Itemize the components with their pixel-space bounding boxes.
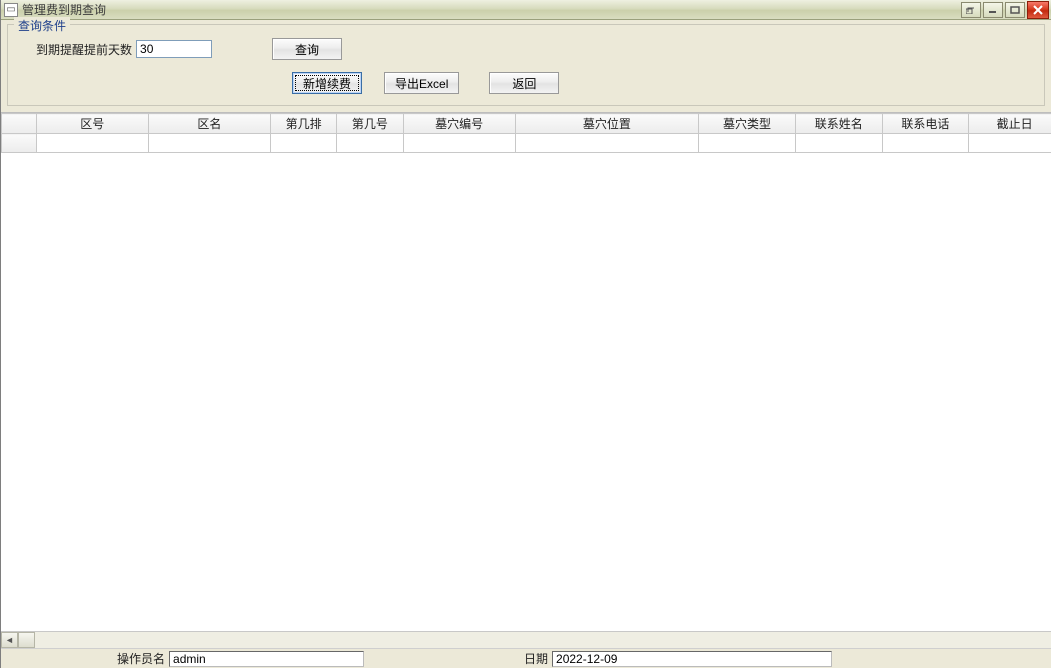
cell[interactable]	[969, 134, 1051, 153]
management-fee-due-query-window: ▭ 管理费到期查询 查询条件 到期提醒提前天数 查询 新增续费	[0, 0, 1051, 668]
maximize-button[interactable]	[1005, 2, 1025, 18]
col-plot-location[interactable]: 墓穴位置	[515, 114, 698, 134]
header-row: 区号 区名 第几排 第几号 墓穴编号 墓穴位置 墓穴类型 联系姓名 联系电话 截…	[2, 114, 1051, 134]
horizontal-scrollbar[interactable]: ◄	[1, 631, 1051, 648]
status-bar: 操作员名 日期	[1, 648, 1051, 668]
search-button[interactable]: 查询	[272, 38, 342, 60]
cell[interactable]	[699, 134, 796, 153]
window-title: 管理费到期查询	[22, 1, 106, 18]
scroll-track[interactable]	[35, 632, 1051, 648]
col-seat-no[interactable]: 第几号	[337, 114, 403, 134]
cell[interactable]	[403, 134, 515, 153]
data-grid[interactable]: 区号 区名 第几排 第几号 墓穴编号 墓穴位置 墓穴类型 联系姓名 联系电话 截…	[1, 113, 1051, 631]
minimize-button[interactable]	[983, 2, 1003, 18]
query-legend: 查询条件	[14, 17, 70, 34]
col-row-no[interactable]: 第几排	[271, 114, 337, 134]
col-contact-phone[interactable]: 联系电话	[882, 114, 969, 134]
query-row-1: 到期提醒提前天数 查询	[18, 35, 1034, 63]
col-row-selector[interactable]	[2, 114, 37, 134]
cell[interactable]	[795, 134, 882, 153]
scroll-left-button[interactable]: ◄	[1, 632, 18, 648]
data-grid-area: 区号 区名 第几排 第几号 墓穴编号 墓穴位置 墓穴类型 联系姓名 联系电话 截…	[1, 112, 1051, 648]
operator-label: 操作员名	[117, 650, 165, 667]
cell[interactable]	[337, 134, 403, 153]
close-button[interactable]	[1027, 1, 1049, 19]
query-row-2: 新增续费 导出Excel 返回	[18, 69, 1034, 97]
days-label: 到期提醒提前天数	[36, 41, 132, 58]
scroll-thumb-placeholder[interactable]	[18, 632, 35, 648]
date-label: 日期	[524, 650, 548, 667]
cell[interactable]	[271, 134, 337, 153]
app-icon: ▭	[4, 3, 18, 17]
titlebar[interactable]: ▭ 管理费到期查询	[1, 0, 1051, 20]
table-row[interactable]	[2, 134, 1051, 153]
col-plot-type[interactable]: 墓穴类型	[699, 114, 796, 134]
query-panel-wrap: 查询条件 到期提醒提前天数 查询 新增续费 导出Excel 返回	[1, 20, 1051, 112]
cell[interactable]	[148, 134, 270, 153]
query-groupbox: 查询条件 到期提醒提前天数 查询 新增续费 导出Excel 返回	[7, 24, 1045, 106]
add-renew-button[interactable]: 新增续费	[292, 72, 362, 94]
col-plot-no[interactable]: 墓穴编号	[403, 114, 515, 134]
col-due-date[interactable]: 截止日	[969, 114, 1051, 134]
operator-field	[169, 651, 364, 667]
cell[interactable]	[515, 134, 698, 153]
return-button[interactable]: 返回	[489, 72, 559, 94]
date-field	[552, 651, 832, 667]
restore-down-button[interactable]	[961, 2, 981, 18]
cell[interactable]	[882, 134, 969, 153]
days-input[interactable]	[136, 40, 212, 58]
row-selector-cell[interactable]	[2, 134, 37, 153]
col-contact-name[interactable]: 联系姓名	[795, 114, 882, 134]
col-zone-no[interactable]: 区号	[36, 114, 148, 134]
cell[interactable]	[36, 134, 148, 153]
col-zone-name[interactable]: 区名	[148, 114, 270, 134]
export-excel-button[interactable]: 导出Excel	[384, 72, 459, 94]
